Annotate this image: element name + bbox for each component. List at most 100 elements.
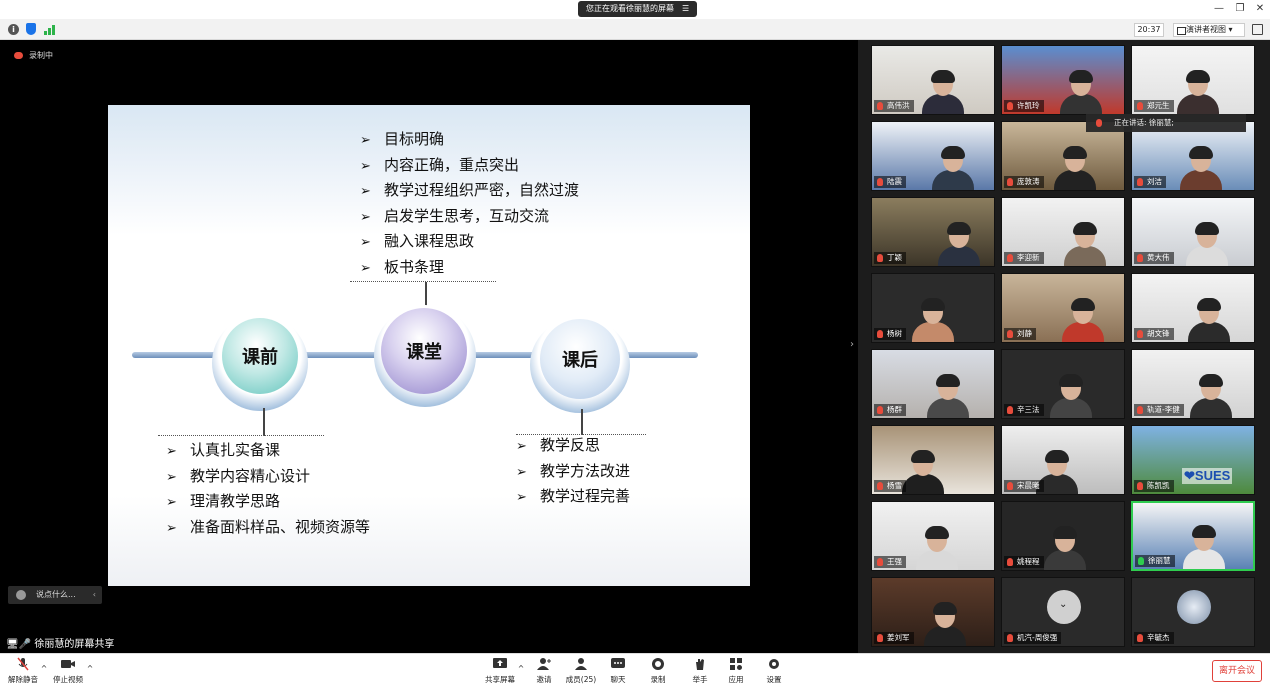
raise-hand-button[interactable]: 举手 <box>688 656 712 685</box>
participant-tile[interactable]: 黄大伟 <box>1131 197 1255 267</box>
participant-name: 刘静 <box>1004 328 1036 340</box>
gear-icon <box>769 659 779 669</box>
minimize-icon[interactable]: — <box>1212 2 1226 16</box>
share-screen-button[interactable]: 共享屏幕 <box>484 656 516 685</box>
participant-tile[interactable]: 丁颖 <box>871 197 995 267</box>
list-item: 融入课程思政 <box>360 229 579 255</box>
speaker-view-label: 演讲者视图 <box>1186 25 1226 34</box>
classroom-bullets: 目标明确 内容正确，重点突出 教学过程组织严密，自然过渡 启发学生思考，互动交流… <box>360 127 579 280</box>
participant-name: 庞敦涛 <box>1004 176 1044 188</box>
list-item: 理清教学思路 <box>166 489 370 515</box>
collapse-gallery-icon[interactable]: › <box>847 320 857 370</box>
post-class-bullets: 教学反思 教学方法改进 教学过程完善 <box>516 433 630 510</box>
participant-name: 杨雪 <box>874 480 906 492</box>
pre-class-node: 课前 <box>222 318 298 394</box>
stop-video-button[interactable]: 停止视频 <box>50 656 86 685</box>
raise-hand-icon <box>696 659 704 670</box>
participant-video <box>922 70 964 114</box>
audio-options-chevron[interactable]: ^ <box>40 664 48 673</box>
chat-bubble-icon <box>16 590 26 600</box>
list-item: 认真扎实备课 <box>166 438 370 464</box>
share-options-chevron[interactable]: ^ <box>517 664 525 673</box>
participant-video <box>1054 146 1096 190</box>
participant-tile[interactable]: ❤SUES 陈凯凯 <box>1131 425 1255 495</box>
connector-line <box>263 408 265 436</box>
viewing-screen-pill[interactable]: 您正在观看徐丽慧的屏幕 ☰ <box>578 1 698 17</box>
chat-input[interactable]: 说点什么... ‹ <box>8 586 102 604</box>
dotted-divider <box>350 281 496 282</box>
unmute-button[interactable]: 解除静音 <box>6 656 40 685</box>
security-shield-icon[interactable] <box>26 23 36 35</box>
participant-video <box>1183 525 1225 569</box>
chat-icon <box>611 658 625 668</box>
video-options-chevron[interactable]: ^ <box>86 664 94 673</box>
share-screen-label: 共享屏幕 <box>485 675 515 684</box>
recording-label: 录制中 <box>29 51 53 60</box>
participant-tile[interactable]: 许凯玲 <box>1001 45 1125 115</box>
settings-button[interactable]: 设置 <box>762 656 786 685</box>
participant-tile[interactable]: 李迎新 <box>1001 197 1125 267</box>
participant-tile[interactable]: 姚程程 <box>1001 501 1125 571</box>
chat-button[interactable]: 聊天 <box>606 656 630 685</box>
menu-icon[interactable]: ☰ <box>682 1 689 17</box>
participant-tile[interactable]: 陆震 <box>871 121 995 191</box>
restore-icon[interactable]: ❐ <box>1233 2 1247 16</box>
muted-mic-icon <box>17 657 29 671</box>
participant-tile[interactable]: 宋晨曦 <box>1001 425 1125 495</box>
invite-label: 邀请 <box>536 675 552 684</box>
info-icon[interactable]: i <box>8 24 19 35</box>
chat-placeholder: 说点什么... <box>36 590 76 599</box>
cloud-record-icon <box>14 52 23 59</box>
list-item: 教学方法改进 <box>516 459 630 485</box>
participant-tile[interactable]: 郑元生 <box>1131 45 1255 115</box>
participant-tile[interactable]: ⌄ 机汽-周俊强 <box>1001 577 1125 647</box>
participant-video <box>902 450 944 494</box>
participant-tile[interactable]: 轨道-李健 <box>1131 349 1255 419</box>
participant-tile[interactable]: 杨雪 <box>871 425 995 495</box>
record-button[interactable]: 录制 <box>646 656 670 685</box>
invite-button[interactable]: 邀请 <box>532 656 556 685</box>
participant-tile[interactable]: 高伟洪 <box>871 45 995 115</box>
participant-tile[interactable]: 刘静 <box>1001 273 1125 343</box>
apps-label: 应用 <box>728 675 744 684</box>
participant-video <box>1044 526 1086 570</box>
list-item: 启发学生思考，互动交流 <box>360 204 579 230</box>
members-icon <box>575 658 587 670</box>
members-button[interactable]: 成员(25) <box>564 656 598 685</box>
participant-name: 杨群 <box>874 404 906 416</box>
record-label: 录制 <box>650 675 666 684</box>
participant-tile[interactable]: 辛三法 <box>1001 349 1125 419</box>
avatar <box>1177 590 1211 624</box>
participant-video <box>1062 298 1104 342</box>
sues-logo: ❤SUES <box>1182 468 1233 484</box>
sharer-label: 🖥🎤 徐丽慧的屏幕共享 <box>0 638 115 652</box>
apps-button[interactable]: 应用 <box>724 656 748 685</box>
participant-tile[interactable]: 胡文锋 <box>1131 273 1255 343</box>
participant-tile[interactable]: 杨群 <box>871 349 995 419</box>
list-item: 目标明确 <box>360 127 579 153</box>
chevron-left-icon[interactable]: ‹ <box>93 586 96 604</box>
list-item: 教学内容精心设计 <box>166 464 370 490</box>
participant-tile[interactable]: 徐丽慧 <box>1131 501 1255 571</box>
chat-label: 聊天 <box>610 675 626 684</box>
fullscreen-icon[interactable] <box>1252 24 1263 35</box>
speaker-view-button[interactable]: 演讲者视图 ▾ <box>1173 23 1245 37</box>
participant-video <box>1190 374 1232 418</box>
participant-name: 高伟洪 <box>874 100 914 112</box>
close-icon[interactable]: ✕ <box>1253 2 1267 16</box>
participant-video <box>924 602 966 646</box>
participant-name: 辛三法 <box>1004 404 1044 416</box>
list-item: 教学过程完善 <box>516 484 630 510</box>
participant-tile[interactable]: 姜刘军 <box>871 577 995 647</box>
participant-video <box>1186 222 1228 266</box>
signal-icon[interactable] <box>44 24 56 35</box>
participant-name: 王强 <box>874 556 906 568</box>
leave-meeting-button[interactable]: 离开会议 <box>1212 660 1262 682</box>
participant-video <box>938 222 980 266</box>
participant-tile[interactable]: 辛毓杰 <box>1131 577 1255 647</box>
participant-video <box>1064 222 1106 266</box>
participant-name: 轨道-李健 <box>1134 404 1184 416</box>
participant-tile[interactable]: 杨树 <box>871 273 995 343</box>
participant-tile[interactable]: 王强 <box>871 501 995 571</box>
dotted-divider <box>158 435 324 436</box>
